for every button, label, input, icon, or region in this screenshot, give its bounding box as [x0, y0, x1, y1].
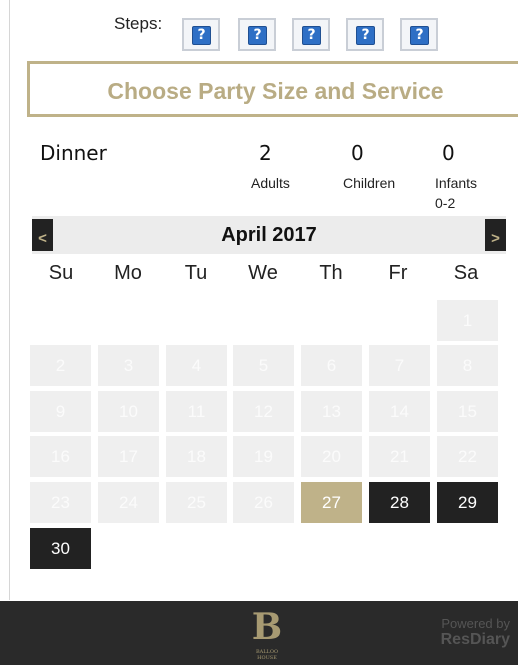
calendar-day-available[interactable]: 28	[369, 482, 430, 523]
adults-count[interactable]: 2	[259, 141, 272, 165]
step-2-button[interactable]: ?	[238, 18, 276, 51]
service-value[interactable]: Dinner	[40, 141, 107, 165]
calendar-day: 21	[369, 436, 430, 477]
calendar-day: 15	[437, 391, 498, 432]
logo-line-2: HOUSE	[257, 655, 277, 661]
calendar-day: 22	[437, 436, 498, 477]
calendar-day: 16	[30, 436, 91, 477]
help-icon: ?	[410, 26, 429, 45]
calendar-day: 6	[301, 345, 362, 386]
powered-by-text: Powered by	[441, 616, 510, 631]
calendar-day: 19	[233, 436, 294, 477]
help-icon: ?	[302, 26, 321, 45]
weekday-wednesday: We	[248, 262, 278, 284]
infants-label-line-2: 0-2	[435, 195, 456, 211]
calendar-day: 12	[233, 391, 294, 432]
calendar-day: 10	[98, 391, 159, 432]
calendar-day: 1	[437, 300, 498, 341]
left-border	[9, 0, 10, 600]
children-count[interactable]: 0	[351, 141, 364, 165]
step-4-button[interactable]: ?	[346, 18, 384, 51]
calendar-day: 2	[30, 345, 91, 386]
weekday-sunday: Su	[48, 262, 74, 284]
help-icon: ?	[192, 26, 211, 45]
help-icon: ?	[356, 26, 375, 45]
infants-label-line-1: Infants	[435, 175, 478, 191]
powered-by-resdiary[interactable]: Powered by ResDiary	[441, 616, 510, 649]
calendar-day: 13	[301, 391, 362, 432]
calendar-day: 7	[369, 345, 430, 386]
calendar-day: 3	[98, 345, 159, 386]
calendar-day: 8	[437, 345, 498, 386]
calendar-day: 14	[369, 391, 430, 432]
step-3-button[interactable]: ?	[292, 18, 330, 51]
calendar-day: 18	[166, 436, 227, 477]
infants-label: Infants 0-2	[435, 173, 477, 213]
calendar-day: 25	[166, 482, 227, 523]
steps-bar: Steps: ? ? ? ? ?	[0, 14, 518, 54]
weekday-monday: Mo	[114, 262, 142, 284]
weekday-thursday: Th	[319, 262, 343, 284]
footer: B BALLOO HOUSE Powered by ResDiary	[0, 601, 518, 665]
adults-label: Adults	[251, 175, 290, 191]
party-summary: Dinner 2 Adults 0 Children 0 Infants 0-2	[0, 141, 518, 211]
calendar-day: 26	[233, 482, 294, 523]
weekday-friday: Fr	[388, 262, 408, 284]
calendar-day: 20	[301, 436, 362, 477]
next-month-button[interactable]: >	[485, 219, 506, 251]
calendar-day: 23	[30, 482, 91, 523]
page-title-box: Choose Party Size and Service	[27, 61, 518, 117]
previous-month-button[interactable]: <	[32, 219, 53, 251]
calendar-month-title: April 2017	[221, 224, 317, 246]
page-title: Choose Party Size and Service	[107, 78, 444, 104]
infants-count[interactable]: 0	[442, 141, 455, 165]
calendar-day: 5	[233, 345, 294, 386]
logo-monogram: B	[251, 606, 283, 648]
calendar-day: 4	[166, 345, 227, 386]
calendar-day: 11	[166, 391, 227, 432]
help-icon: ?	[248, 26, 267, 45]
calendar-day-selected[interactable]: 27	[301, 482, 362, 523]
step-1-button[interactable]: ?	[182, 18, 220, 51]
weekday-saturday: Sa	[453, 262, 479, 284]
weekday-tuesday: Tu	[184, 262, 208, 284]
calendar-day-available[interactable]: 30	[30, 528, 91, 569]
balloo-house-logo: B BALLOO HOUSE	[247, 607, 287, 661]
calendar-day-available[interactable]: 29	[437, 482, 498, 523]
steps-label: Steps:	[114, 14, 163, 33]
resdiary-logo-text: ResDiary	[440, 631, 510, 648]
calendar-day: 17	[98, 436, 159, 477]
calendar-day: 24	[98, 482, 159, 523]
calendar-day: 9	[30, 391, 91, 432]
step-5-button[interactable]: ?	[400, 18, 438, 51]
calendar-header: April 2017 < >	[32, 216, 506, 254]
children-label: Children	[343, 175, 396, 191]
